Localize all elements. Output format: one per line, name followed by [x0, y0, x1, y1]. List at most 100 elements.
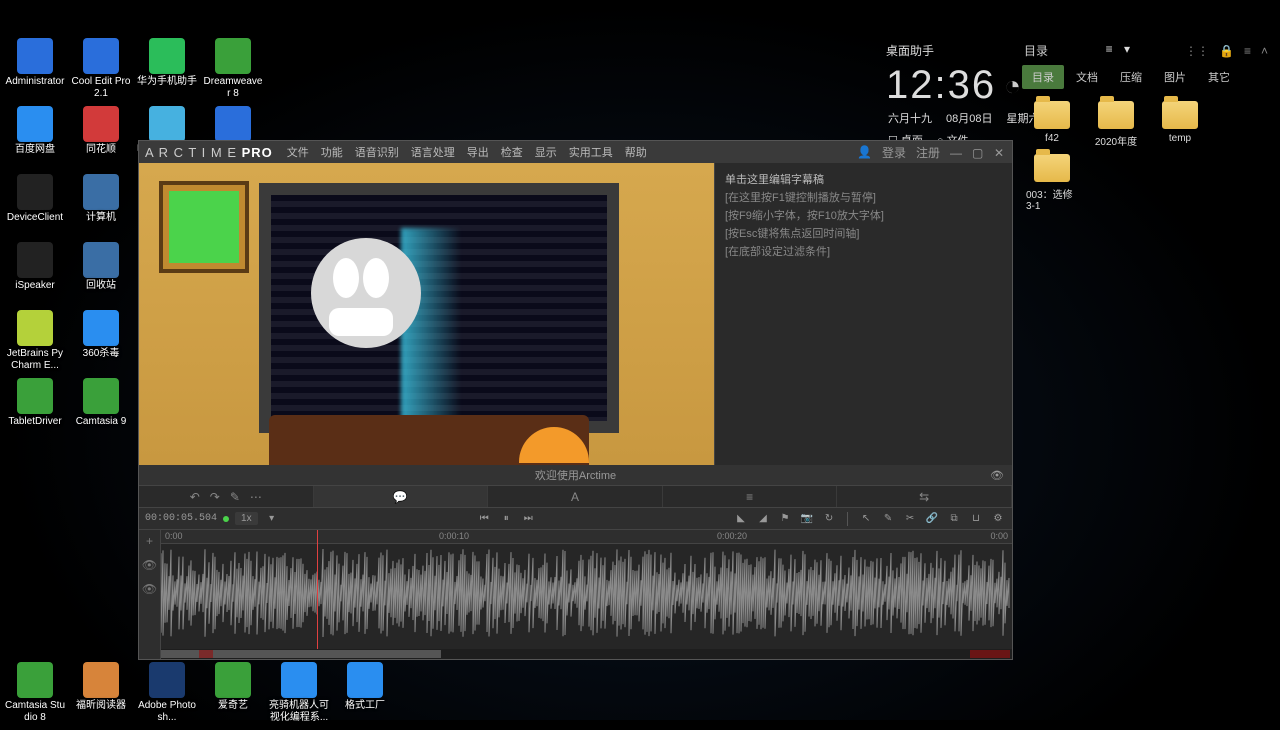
playhead[interactable]	[317, 530, 318, 649]
files-tab[interactable]: 其它	[1198, 65, 1240, 89]
folder-item[interactable]: 2020年度	[1090, 101, 1142, 148]
menu-item[interactable]: 语言处理	[411, 144, 455, 160]
minimize-button[interactable]: —	[950, 146, 962, 158]
menu-item[interactable]: 导出	[467, 144, 489, 160]
desktop-icon[interactable]: 百度网盘	[4, 106, 66, 174]
register-link[interactable]: 注册	[916, 144, 940, 161]
prev-frame-button[interactable]: ⏮	[476, 513, 492, 524]
menu-item[interactable]: 功能	[321, 144, 343, 160]
desktop-icon[interactable]: Administrator	[4, 38, 66, 106]
clock-date: 08月08日	[946, 110, 992, 126]
scrollbar-marker	[199, 650, 213, 658]
tab-chat-icon[interactable]: 💬	[314, 486, 489, 507]
tab-list-icon[interactable]: ≡	[663, 486, 838, 507]
desktop-icon[interactable]: iSpeaker	[4, 242, 66, 310]
tab-undo[interactable]: ↶ ↷ ✎ ⋯	[139, 486, 314, 507]
track-audio-icon[interactable]: 👁	[142, 582, 157, 596]
app-menu: 文件功能语音识别语言处理导出检查显示实用工具帮助	[287, 144, 647, 160]
files-title: 目录	[1024, 42, 1048, 59]
subtitle-editor-pane[interactable]: 单击这里编辑字幕稿[在这里按F1键控制播放与暂停][按F9缩小字体，按F10放大…	[714, 163, 1012, 465]
waveform	[161, 548, 1011, 638]
desktop-icon[interactable]: 计算机	[70, 174, 132, 242]
desktop-icon[interactable]: Dreamweaver 8	[202, 38, 264, 106]
menu-item[interactable]: 文件	[287, 144, 309, 160]
timeline-ruler[interactable]: 0:00 0:00:10 0:00:20 0:00	[161, 530, 1012, 544]
desktop-icon[interactable]: 同花顺	[70, 106, 132, 174]
desktop-icon[interactable]: Camtasia 9	[70, 378, 132, 446]
menu-icon[interactable]: ≡	[1244, 44, 1251, 58]
view-list-icon[interactable]: ⋮⋮	[1185, 44, 1209, 58]
tv	[259, 183, 619, 433]
magnet-icon[interactable]: ⊔	[968, 513, 984, 524]
desktop-icon[interactable]: DeviceClient	[4, 174, 66, 242]
pointer-tool-icon[interactable]: ↖	[858, 513, 874, 524]
tab-text-icon[interactable]: A	[488, 486, 663, 507]
cut-tool-icon[interactable]: ✂	[902, 513, 918, 524]
desktop-icon[interactable]: 回收站	[70, 242, 132, 310]
files-tab[interactable]: 目录	[1022, 65, 1064, 89]
close-button[interactable]: ✕	[994, 146, 1006, 158]
collapse-icon[interactable]: ˄	[1261, 44, 1268, 58]
subtitle-hint: [按Esc键将焦点返回时间轴]	[725, 225, 1002, 243]
gear-icon[interactable]: ⚙	[990, 513, 1006, 524]
files-tab[interactable]: 图片	[1154, 65, 1196, 89]
menu-item[interactable]: 语音识别	[355, 144, 399, 160]
folder-item[interactable]: f42	[1026, 101, 1078, 148]
flag-icon[interactable]: ⚑	[777, 513, 793, 524]
snapshot-icon[interactable]: 📷	[799, 513, 815, 524]
clock-time: 12:36	[886, 63, 996, 108]
visibility-icon[interactable]: 👁	[990, 469, 1004, 482]
files-tab[interactable]: 压缩	[1110, 65, 1152, 89]
maximize-button[interactable]: ▢	[972, 146, 984, 158]
folder-item[interactable]: 003：选修3-1	[1026, 154, 1078, 212]
login-link[interactable]: 登录	[882, 144, 906, 161]
ruler-mark: 0:00	[990, 531, 1008, 541]
speed-selector[interactable]: 1x	[235, 512, 258, 525]
user-icon[interactable]: 👤	[857, 145, 872, 159]
panel-tabs: ↶ ↷ ✎ ⋯ 💬 A ≡ ⇆	[139, 485, 1012, 507]
group-tool-icon[interactable]: ⧉	[946, 513, 962, 524]
desktop-icon[interactable]: 360杀毒	[70, 310, 132, 378]
files-tab[interactable]: 文档	[1066, 65, 1108, 89]
timeline-scrollbar[interactable]	[161, 649, 1012, 659]
app-titlebar[interactable]: A R C T I M E PRO 文件功能语音识别语言处理导出检查显示实用工具…	[139, 141, 1012, 163]
lock-icon[interactable]: 🔒	[1219, 44, 1234, 58]
welcome-text: 欢迎使用Arctime	[535, 467, 616, 483]
menu-item[interactable]: 检查	[501, 144, 523, 160]
link-tool-icon[interactable]: 🔗	[924, 513, 940, 524]
arctime-window: A R C T I M E PRO 文件功能语音识别语言处理导出检查显示实用工具…	[138, 140, 1013, 660]
clock-title: 桌面助手	[886, 42, 934, 59]
next-frame-button[interactable]: ⏭	[520, 513, 536, 524]
preview-frame	[139, 163, 714, 465]
mark-out-icon[interactable]: ◢	[755, 513, 771, 524]
subtitle-hint: [在底部设定过滤条件]	[725, 243, 1002, 261]
loop-icon[interactable]: ↻	[821, 513, 837, 524]
ruler-mark: 0:00:20	[717, 531, 747, 541]
subtitle-hint: [在这里按F1键控制播放与暂停]	[725, 189, 1002, 207]
folder-item[interactable]: temp	[1154, 101, 1206, 148]
mark-in-icon[interactable]: ◣	[733, 513, 749, 524]
speed-dropdown-icon[interactable]: ▾	[264, 513, 280, 524]
status-bar: 欢迎使用Arctime 👁	[139, 465, 1012, 485]
desktop-icon[interactable]: 华为手机助手	[136, 38, 198, 106]
pause-button[interactable]: ⏸	[498, 513, 514, 524]
clock-lunar: 六月十九	[888, 110, 932, 126]
ruler-mark: 0:00	[165, 531, 183, 541]
status-dot	[223, 516, 229, 522]
menu-item[interactable]: 帮助	[625, 144, 647, 160]
edit-tool-icon[interactable]: ✎	[880, 513, 896, 524]
desktop-icon[interactable]: TabletDriver	[4, 378, 66, 446]
menu-item[interactable]: 实用工具	[569, 144, 613, 160]
video-preview[interactable]	[139, 163, 714, 465]
menu-item[interactable]: 显示	[535, 144, 557, 160]
tab-settings-icon[interactable]: ⇆	[837, 486, 1012, 507]
desktop-icon[interactable]: Cool Edit Pro 2.1	[70, 38, 132, 106]
app-logo: A R C T I M E PRO	[145, 145, 273, 160]
track-visibility-icon[interactable]: 👁	[142, 558, 157, 572]
wall-picture	[159, 181, 249, 273]
desktop-files-widget: 目录 ⋮⋮ 🔒 ≡ ˄ 目录文档压缩图片其它 f422020年度temp003：…	[1016, 38, 1276, 222]
playback-toolbar: 00:00:05.504 1x ▾ ⏮ ⏸ ⏭ ◣ ◢ ⚑ 📷 ↻ ↖ ✎ ✂ …	[139, 507, 1012, 529]
desktop-icon[interactable]: JetBrains PyCharm E...	[4, 310, 66, 378]
add-track-icon[interactable]: +	[146, 534, 153, 548]
timeline[interactable]: + 👁 👁 0:00 0:00:10 0:00:20 0:00	[139, 529, 1012, 659]
